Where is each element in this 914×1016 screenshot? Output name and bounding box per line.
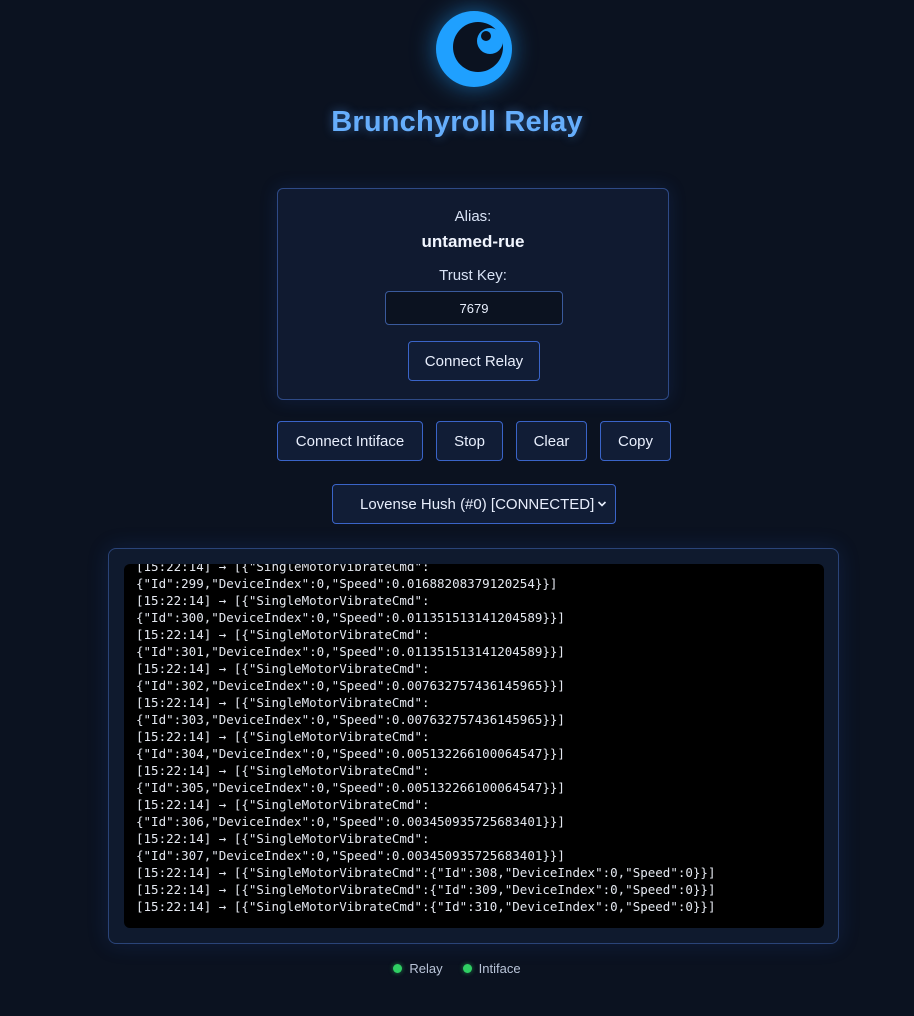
log-line: [15:22:14] → [{"SingleMotorVibrateCmd": xyxy=(136,564,430,574)
status-intiface: Intiface xyxy=(462,961,521,976)
log-line: [15:22:14] → [{"SingleMotorVibrateCmd": xyxy=(136,661,430,676)
log-line: {"Id":301,"DeviceIndex":0,"Speed":0.0113… xyxy=(136,644,565,659)
log-line: {"Id":302,"DeviceIndex":0,"Speed":0.0076… xyxy=(136,678,565,693)
log-line: [15:22:14] → [{"SingleMotorVibrateCmd": xyxy=(136,797,430,812)
status-dot-icon xyxy=(393,964,403,973)
connect-intiface-button[interactable]: Connect Intiface xyxy=(277,421,423,461)
status-relay: Relay xyxy=(393,961,443,976)
log-line: [15:22:14] → [{"SingleMotorVibrateCmd":{… xyxy=(136,865,716,880)
log-panel: [15:22:14] → [{"SingleMotorVibrateCmd": {… xyxy=(108,548,839,944)
log-line: {"Id":305,"DeviceIndex":0,"Speed":0.0051… xyxy=(136,780,565,795)
log-console[interactable]: [15:22:14] → [{"SingleMotorVibrateCmd": {… xyxy=(124,564,824,928)
log-line: [15:22:14] → [{"SingleMotorVibrateCmd":{… xyxy=(136,882,716,897)
log-lines: [15:22:14] → [{"SingleMotorVibrateCmd": {… xyxy=(136,564,816,915)
status-label: Relay xyxy=(409,961,443,976)
page: Brunchyroll Relay Alias: untamed-rue Tru… xyxy=(0,0,914,1016)
log-line: {"Id":303,"DeviceIndex":0,"Speed":0.0076… xyxy=(136,712,565,727)
log-line: {"Id":306,"DeviceIndex":0,"Speed":0.0034… xyxy=(136,814,565,829)
log-line: [15:22:14] → [{"SingleMotorVibrateCmd":{… xyxy=(136,899,716,914)
device-select[interactable]: Lovense Hush (#0) [CONNECTED] xyxy=(332,484,616,524)
log-line: [15:22:14] → [{"SingleMotorVibrateCmd": xyxy=(136,831,430,846)
trust-key-label: Trust Key: xyxy=(439,267,507,284)
log-line: {"Id":307,"DeviceIndex":0,"Speed":0.0034… xyxy=(136,848,565,863)
stop-button[interactable]: Stop xyxy=(436,421,503,461)
log-line: [15:22:14] → [{"SingleMotorVibrateCmd": xyxy=(136,627,430,642)
log-line: {"Id":300,"DeviceIndex":0,"Speed":0.0113… xyxy=(136,610,565,625)
log-line: [15:22:14] → [{"SingleMotorVibrateCmd": xyxy=(136,729,430,744)
log-line: [15:22:14] → [{"SingleMotorVibrateCmd": xyxy=(136,593,430,608)
alias-value: untamed-rue xyxy=(421,232,525,251)
alias-label: Alias: xyxy=(454,208,492,225)
relay-card: Alias: untamed-rue Trust Key: Connect Re… xyxy=(277,188,669,400)
connect-relay-button[interactable]: Connect Relay xyxy=(408,341,540,381)
clear-button[interactable]: Clear xyxy=(516,421,587,461)
status-dot-icon xyxy=(462,964,472,973)
status-bar: Relay Intiface xyxy=(0,961,914,976)
log-line: [15:22:14] → [{"SingleMotorVibrateCmd": xyxy=(136,763,430,778)
status-label: Intiface xyxy=(478,961,521,976)
device-select-value: Lovense Hush (#0) [CONNECTED] xyxy=(360,495,595,513)
log-line: {"Id":299,"DeviceIndex":0,"Speed":0.0168… xyxy=(136,576,558,591)
copy-button[interactable]: Copy xyxy=(600,421,671,461)
trust-key-input[interactable] xyxy=(385,291,563,325)
log-line: {"Id":304,"DeviceIndex":0,"Speed":0.0051… xyxy=(136,746,565,761)
app-title: Brunchyroll Relay xyxy=(331,106,583,138)
chevron-down-icon xyxy=(597,501,607,507)
brunchyroll-logo-icon xyxy=(436,11,512,87)
log-line: [15:22:14] → [{"SingleMotorVibrateCmd": xyxy=(136,695,430,710)
